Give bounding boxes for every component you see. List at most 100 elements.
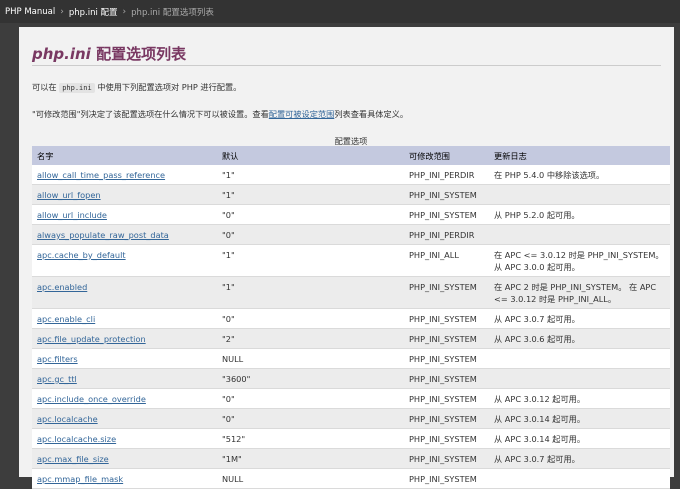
table-row: allow_url_include "0" PHP_INI_SYSTEM 从 PHP … [32, 204, 670, 225]
table-row: apc.enabled "1" PHP_INI_SYSTEM 在 APC 2 时是 P… [32, 276, 670, 309]
breadcrumb-root-link[interactable]: PHP Manual [5, 7, 55, 17]
option-name-link[interactable]: apc.max_file_size [37, 454, 109, 464]
table-row: apc.include_once_override "0" PHP_INI_SYST… [32, 388, 670, 409]
changelog-cell: 从 APC 3.0.7 起可用。 [489, 308, 670, 329]
breadcrumb-separator-icon: › [60, 6, 64, 17]
option-name-link[interactable]: apc.mmap_file_mask [37, 474, 123, 484]
table-row: apc.filters NULL PHP_INI_SYSTEM [32, 348, 670, 369]
table-row: apc.file_update_protection "2" PHP_INI_SYS… [32, 328, 670, 349]
default-value-cell: "0" [217, 408, 404, 429]
option-name-link[interactable]: always_populate_raw_post_data [37, 230, 169, 240]
default-value-cell: "0" [217, 388, 404, 409]
option-name-cell: allow_url_include [32, 204, 217, 225]
default-value-cell: "0" [217, 224, 404, 245]
column-header-default: 默认 [217, 146, 404, 165]
option-name-cell: allow_call_time_pass_reference [32, 165, 217, 185]
changeable-cell: PHP_INI_SYSTEM [404, 368, 489, 389]
changelog-cell: 从 APC 3.0.7 起可用。 [489, 448, 670, 469]
option-name-link[interactable]: allow_call_time_pass_reference [37, 170, 165, 180]
changeable-cell: PHP_INI_SYSTEM [404, 348, 489, 369]
option-name-cell: apc.enable_cli [32, 308, 217, 329]
option-name-cell: apc.localcache.size [32, 428, 217, 449]
option-name-link[interactable]: apc.localcache.size [37, 434, 116, 444]
column-header-name: 名字 [32, 146, 217, 165]
option-name-cell: apc.cache_by_default [32, 244, 217, 277]
default-value-cell: "0" [217, 308, 404, 329]
default-value-cell: "3600" [217, 368, 404, 389]
default-value-cell: "0" [217, 204, 404, 225]
option-name-link[interactable]: apc.enable_cli [37, 314, 95, 324]
scope-note-paragraph: "可修改范围"列决定了该配置选项在什么情况下可以被设置。查看配置可被设定范围列表… [32, 108, 408, 120]
option-name-link[interactable]: apc.gc_ttl [37, 374, 77, 384]
column-header-changeable: 可修改范围 [404, 146, 489, 165]
page-title: php.ini 配置选项列表 [32, 43, 186, 64]
note-text-after: 列表查看具体定义。 [334, 109, 409, 119]
changeable-cell: PHP_INI_SYSTEM [404, 276, 489, 309]
default-value-cell: NULL [217, 348, 404, 369]
changelog-cell [489, 184, 670, 205]
option-name-cell: apc.filters [32, 348, 217, 369]
changelog-cell: 从 APC 3.0.14 起可用。 [489, 408, 670, 429]
inline-code: php.ini [59, 83, 95, 93]
changeable-cell: PHP_INI_PERDIR [404, 224, 489, 245]
default-value-cell: "1" [217, 184, 404, 205]
option-name-link[interactable]: apc.cache_by_default [37, 250, 126, 260]
option-name-cell: apc.mmap_file_mask [32, 468, 217, 489]
breadcrumb-separator-icon: › [122, 6, 127, 17]
changelog-cell: 在 APC 2 时是 PHP_INI_SYSTEM。 在 APC <= 3.0.… [489, 276, 670, 309]
intro-paragraph: 可以在 php.ini 中使用下列配置选项对 PHP 进行配置。 [32, 81, 241, 93]
note-text-before: "可修改范围"列决定了该配置选项在什么情况下可以被设置。查看 [32, 109, 269, 119]
option-name-cell: always_populate_raw_post_data [32, 224, 217, 245]
changelog-cell: 在 APC <= 3.0.12 时是 PHP_INI_SYSTEM。 从 APC… [489, 244, 670, 277]
table-row: apc.localcache.size "512" PHP_INI_SYSTEM 从 … [32, 428, 670, 449]
breadcrumb-parent-link[interactable]: php.ini 配置 [69, 6, 118, 18]
table-row: apc.enable_cli "0" PHP_INI_SYSTEM 从 APC 3.0… [32, 308, 670, 329]
changeable-cell: PHP_INI_SYSTEM [404, 408, 489, 429]
option-name-link[interactable]: allow_url_fopen [37, 190, 101, 200]
table-row: allow_call_time_pass_reference "1" PHP_INI… [32, 165, 670, 185]
option-name-link[interactable]: apc.include_once_override [37, 394, 146, 404]
changeable-cell: PHP_INI_SYSTEM [404, 328, 489, 349]
option-name-cell: apc.include_once_override [32, 388, 217, 409]
table-row: apc.localcache "0" PHP_INI_SYSTEM 从 APC 3.0… [32, 408, 670, 429]
default-value-cell: "1" [217, 244, 404, 277]
changelog-cell: 从 APC 3.0.14 起可用。 [489, 428, 670, 449]
default-value-cell: "512" [217, 428, 404, 449]
option-name-link[interactable]: apc.enabled [37, 282, 87, 292]
option-name-cell: apc.enabled [32, 276, 217, 309]
default-value-cell: "2" [217, 328, 404, 349]
default-value-cell: NULL [217, 468, 404, 489]
changelog-cell: 从 APC 3.0.6 起可用。 [489, 328, 670, 349]
option-name-cell: apc.max_file_size [32, 448, 217, 469]
changeable-cell: PHP_INI_PERDIR [404, 165, 489, 185]
changelog-cell [489, 468, 670, 489]
option-name-link[interactable]: apc.file_update_protection [37, 334, 146, 344]
content-panel: php.ini 配置选项列表 可以在 php.ini 中使用下列配置选项对 PH… [19, 27, 674, 489]
option-name-link[interactable]: apc.localcache [37, 414, 98, 424]
table-row: apc.gc_ttl "3600" PHP_INI_SYSTEM [32, 368, 670, 389]
changelog-cell: 在 PHP 5.4.0 中移除该选项。 [489, 165, 670, 185]
changeable-cell: PHP_INI_SYSTEM [404, 388, 489, 409]
table-row: apc.cache_by_default "1" PHP_INI_ALL 在 APC … [32, 244, 670, 277]
changelog-cell [489, 224, 670, 245]
changeable-cell: PHP_INI_SYSTEM [404, 184, 489, 205]
changeable-cell: PHP_INI_SYSTEM [404, 448, 489, 469]
changeable-cell: PHP_INI_SYSTEM [404, 204, 489, 225]
option-name-link[interactable]: allow_url_include [37, 210, 107, 220]
page-title-text: 配置选项列表 [96, 45, 187, 63]
changelog-cell [489, 368, 670, 389]
option-name-cell: apc.file_update_protection [32, 328, 217, 349]
default-value-cell: "1" [217, 276, 404, 309]
table-header-row: 名字 默认 可修改范围 更新日志 [32, 146, 670, 165]
intro-text-after: 中使用下列配置选项对 PHP 进行配置。 [97, 82, 242, 92]
table-row: always_populate_raw_post_data "0" PHP_INI_… [32, 224, 670, 245]
table-row: allow_url_fopen "1" PHP_INI_SYSTEM [32, 184, 670, 205]
changeable-cell: PHP_INI_SYSTEM [404, 468, 489, 489]
breadcrumb-current: php.ini 配置选项列表 [131, 7, 214, 18]
breadcrumb: PHP Manual › php.ini 配置 › php.ini 配置选项列表 [0, 0, 680, 23]
option-name-cell: apc.gc_ttl [32, 368, 217, 389]
changeable-cell: PHP_INI_SYSTEM [404, 428, 489, 449]
scope-definition-link[interactable]: 配置可被设定范围 [269, 109, 335, 119]
option-name-link[interactable]: apc.filters [37, 354, 78, 364]
changelog-cell: 从 PHP 5.2.0 起可用。 [489, 204, 670, 225]
